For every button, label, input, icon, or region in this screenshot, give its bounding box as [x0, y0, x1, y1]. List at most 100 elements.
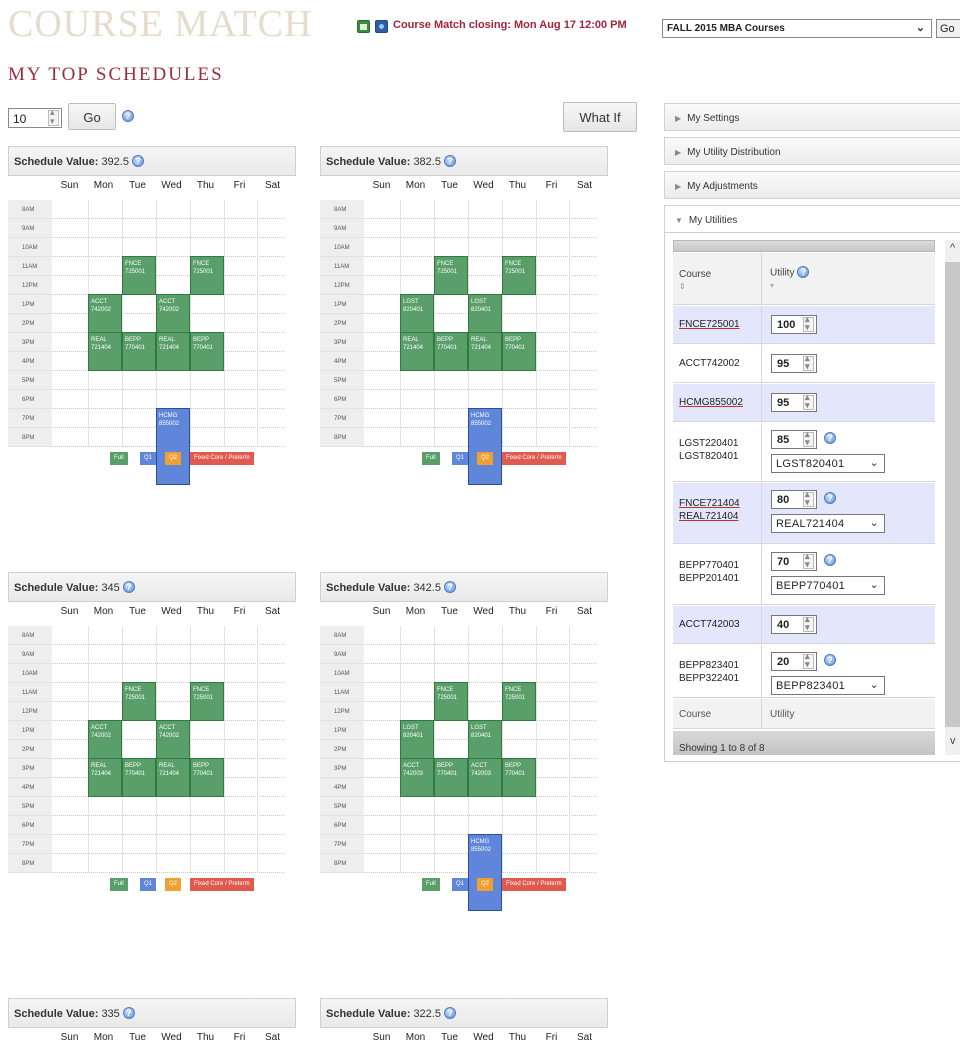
- course-block[interactable]: BEPP 770401: [122, 332, 156, 371]
- schedule-value-label: Schedule Value:: [326, 156, 411, 168]
- course-block[interactable]: BEPP 770401: [190, 758, 224, 797]
- help-icon[interactable]: ?: [824, 492, 836, 504]
- utility-stepper[interactable]: 40: [771, 614, 817, 634]
- course-block[interactable]: REAL 721404: [468, 332, 502, 371]
- course-block[interactable]: FNCE 725001: [434, 682, 468, 721]
- section-select[interactable]: REAL721404 ⌄: [771, 514, 885, 533]
- course-block[interactable]: REAL 721404: [88, 758, 122, 797]
- course-block[interactable]: HCMG 855002: [156, 408, 190, 485]
- course-block[interactable]: BEPP 770401: [502, 332, 536, 371]
- help-icon[interactable]: ?: [122, 110, 134, 122]
- globe-icon[interactable]: [375, 20, 388, 33]
- course-block[interactable]: FNCE 725001: [122, 256, 156, 295]
- stepper-arrows-icon[interactable]: [803, 429, 814, 448]
- course-block[interactable]: ACCT 742002: [88, 294, 122, 333]
- course-block[interactable]: ACCT 742003: [468, 758, 502, 797]
- section-select[interactable]: BEPP823401 ⌄: [771, 676, 885, 695]
- utility-stepper[interactable]: 100: [771, 314, 817, 334]
- hour-row: 9AM: [320, 219, 608, 238]
- scroll-down-icon[interactable]: v: [950, 735, 956, 747]
- help-icon[interactable]: ?: [443, 1007, 456, 1020]
- hour-row: 7PM: [320, 835, 608, 854]
- course-block[interactable]: FNCE 725001: [434, 256, 468, 295]
- course-block[interactable]: FNCE 725001: [502, 682, 536, 721]
- stepper-arrows-icon[interactable]: [803, 314, 814, 333]
- column-header-course[interactable]: Course ⇕: [679, 269, 711, 291]
- help-icon[interactable]: ?: [122, 581, 135, 594]
- course-block[interactable]: BEPP 770401: [502, 758, 536, 797]
- course-block[interactable]: HCMG 855002: [468, 408, 502, 485]
- scroll-up-icon[interactable]: ^: [950, 242, 955, 254]
- course-block[interactable]: LGST 820401: [400, 294, 434, 333]
- scrollbar[interactable]: ^ v: [945, 240, 960, 755]
- scrollbar-thumb[interactable]: [945, 262, 960, 727]
- course-block[interactable]: BEPP 770401: [190, 332, 224, 371]
- help-icon[interactable]: ?: [443, 155, 456, 168]
- course-block[interactable]: ACCT 742002: [88, 720, 122, 759]
- course-block[interactable]: REAL 721404: [156, 758, 190, 797]
- stepper-arrows-icon[interactable]: [803, 551, 814, 570]
- accordion-my-utility-distribution[interactable]: ▶ My Utility Distribution: [664, 137, 960, 165]
- day-header: Sun: [60, 180, 79, 191]
- stepper-arrows-icon[interactable]: [803, 489, 814, 508]
- help-icon[interactable]: ?: [797, 266, 810, 278]
- course-block[interactable]: ACCT 742003: [400, 758, 434, 797]
- course-block[interactable]: BEPP 770401: [434, 332, 468, 371]
- column-header-utility[interactable]: Utility? ▾: [770, 266, 810, 290]
- help-icon[interactable]: ?: [443, 581, 456, 594]
- course-block[interactable]: FNCE 725001: [190, 682, 224, 721]
- utility-stepper[interactable]: 20: [771, 651, 817, 671]
- hour-row: 8PM: [320, 428, 608, 447]
- day-header: Sun: [60, 1032, 79, 1043]
- utilities-panel: Course ⇕ Utility? ▾ FNCE725001 100 ACCT742…: [664, 232, 960, 762]
- what-if-button[interactable]: What If: [563, 102, 637, 132]
- term-select[interactable]: FALL 2015 MBA Courses ⌄: [662, 19, 932, 38]
- course-number: 770401: [437, 345, 458, 351]
- course-block[interactable]: BEPP 770401: [434, 758, 468, 797]
- course-block[interactable]: BEPP 770401: [122, 758, 156, 797]
- hour-label: 8PM: [320, 428, 364, 447]
- day-header: Wed: [161, 180, 182, 191]
- go-button[interactable]: Go: [68, 103, 116, 130]
- course-block[interactable]: LGST 820401: [400, 720, 434, 759]
- section-select[interactable]: BEPP770401 ⌄: [771, 576, 885, 595]
- course-block[interactable]: FNCE 725001: [190, 256, 224, 295]
- accordion-my-settings[interactable]: ▶ My Settings: [664, 103, 960, 131]
- calendar-export-icon[interactable]: [357, 20, 370, 33]
- stepper-arrows-icon[interactable]: [803, 614, 814, 633]
- course-block[interactable]: FNCE 725001: [122, 682, 156, 721]
- accordion-my-utilities[interactable]: ▼ My Utilities: [664, 205, 960, 233]
- utility-stepper[interactable]: 95: [771, 353, 817, 373]
- stepper-arrows-icon[interactable]: [48, 107, 59, 127]
- term-go-button[interactable]: Go: [936, 19, 960, 38]
- help-icon[interactable]: ?: [824, 654, 836, 666]
- course-block[interactable]: REAL 721404: [88, 332, 122, 371]
- course-block[interactable]: ACCT 742002: [156, 294, 190, 333]
- course-block[interactable]: HCMG 855002: [468, 834, 502, 911]
- help-icon[interactable]: ?: [122, 1007, 135, 1020]
- section-select[interactable]: LGST820401 ⌄: [771, 454, 885, 473]
- stepper-arrows-icon[interactable]: [803, 651, 814, 670]
- accordion-my-adjustments[interactable]: ▶ My Adjustments: [664, 171, 960, 199]
- course-block[interactable]: REAL 721404: [400, 332, 434, 371]
- course-block[interactable]: ACCT 742002: [156, 720, 190, 759]
- day-header: Fri: [233, 1032, 246, 1043]
- hour-row: 8PM: [320, 854, 608, 873]
- help-icon[interactable]: ?: [824, 554, 836, 566]
- course-block[interactable]: LGST 820401: [468, 294, 502, 333]
- help-icon[interactable]: ?: [131, 155, 144, 168]
- stepper-arrows-icon[interactable]: [803, 353, 814, 372]
- schedule-count-stepper[interactable]: 10: [8, 107, 62, 128]
- utility-stepper[interactable]: 80: [771, 489, 817, 509]
- help-icon[interactable]: ?: [824, 432, 836, 444]
- utility-stepper[interactable]: 70: [771, 551, 817, 571]
- course-block[interactable]: FNCE 725001: [502, 256, 536, 295]
- day-header: Tue: [129, 1032, 146, 1043]
- accordion-label: My Adjustments: [687, 181, 758, 192]
- course-block[interactable]: REAL 721404: [156, 332, 190, 371]
- stepper-arrows-icon[interactable]: [803, 392, 814, 411]
- utility-stepper[interactable]: 85: [771, 429, 817, 449]
- utility-value: 40: [777, 619, 790, 631]
- course-block[interactable]: LGST 820401: [468, 720, 502, 759]
- utility-stepper[interactable]: 95: [771, 392, 817, 412]
